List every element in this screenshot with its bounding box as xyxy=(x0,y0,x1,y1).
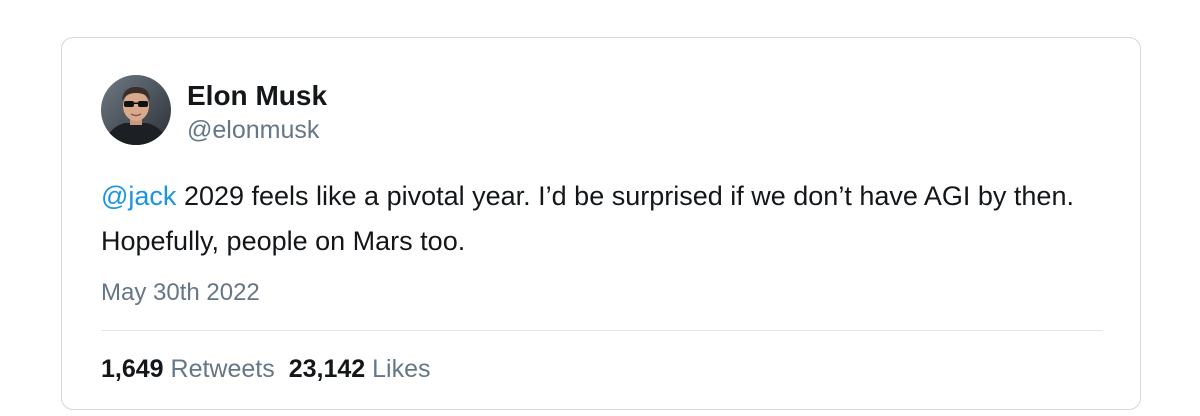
author-handle[interactable]: @elonmusk xyxy=(187,115,319,145)
mention-link[interactable]: @jack xyxy=(101,181,176,211)
author-avatar[interactable] xyxy=(101,75,171,145)
retweets-count: 1,649 xyxy=(101,355,164,383)
likes-label: Likes xyxy=(372,355,431,383)
tweet-card: Elon Musk @elonmusk @jack 2029 feels lik… xyxy=(61,37,1141,410)
likes-count: 23,142 xyxy=(288,355,366,383)
tweet-stats: 1,649 Retweets 23,142 Likes xyxy=(101,354,431,384)
divider xyxy=(101,330,1103,331)
author-name[interactable]: Elon Musk xyxy=(187,80,327,112)
tweet-text: @jack 2029 feels like a pivotal year. I’… xyxy=(101,174,1111,264)
likes-stat[interactable]: 23,142 Likes xyxy=(289,355,431,383)
tweet-date[interactable]: May 30th 2022 xyxy=(101,278,260,308)
avatar-image xyxy=(101,75,171,145)
retweets-label: Retweets xyxy=(170,355,275,383)
retweets-stat[interactable]: 1,649 Retweets xyxy=(101,355,275,383)
tweet-body: 2029 feels like a pivotal year. I’d be s… xyxy=(101,181,1074,256)
